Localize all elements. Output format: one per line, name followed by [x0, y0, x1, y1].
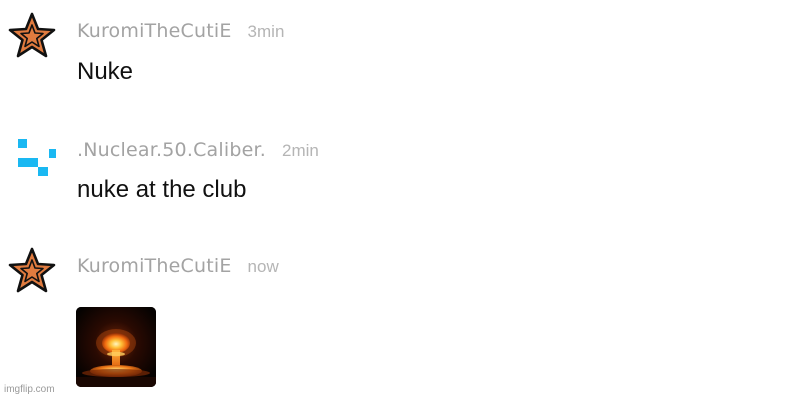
timestamp: 2min — [282, 141, 319, 160]
watermark: imgflip.com — [4, 384, 55, 395]
username[interactable]: .Nuclear.50.Caliber. — [77, 139, 266, 161]
message-header: .Nuclear.50.Caliber. 2min — [77, 139, 319, 161]
star-icon — [8, 12, 56, 58]
message-header: KuromiTheCutiE 3min — [77, 20, 284, 42]
image-attachment[interactable] — [76, 307, 156, 387]
user-avatar[interactable] — [8, 247, 56, 295]
star-icon — [8, 247, 56, 293]
message-text: nuke at the club — [77, 176, 247, 203]
user-avatar[interactable] — [8, 136, 58, 184]
username[interactable]: KuromiTheCutiE — [77, 20, 232, 42]
username[interactable]: KuromiTheCutiE — [77, 255, 232, 277]
pixel-squares-icon — [18, 139, 58, 176]
mushroom-cloud-icon — [76, 307, 156, 387]
timestamp: 3min — [247, 22, 285, 41]
timestamp: now — [247, 257, 279, 276]
user-avatar[interactable] — [8, 12, 56, 60]
message-text: Nuke — [77, 58, 134, 85]
message-header: KuromiTheCutiE now — [77, 255, 279, 277]
